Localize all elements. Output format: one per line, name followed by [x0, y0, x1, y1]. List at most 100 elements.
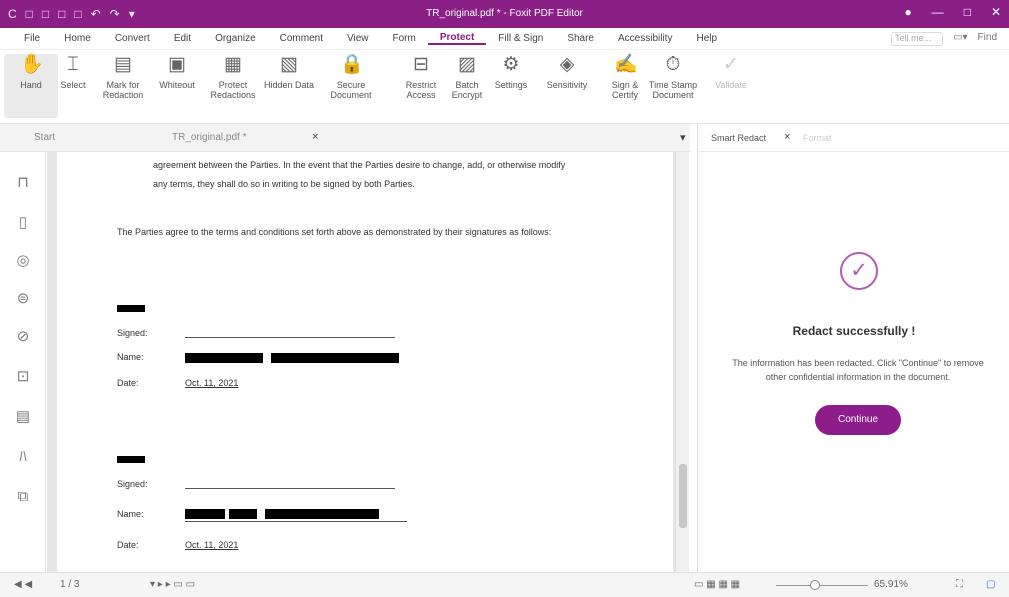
redacted-name-part-2a — [185, 509, 225, 519]
signature-line-2 — [185, 488, 395, 489]
whiteout-button[interactable]: ▣ Whiteout — [150, 54, 204, 90]
redacted-name-part-2c — [265, 509, 379, 519]
menu-view[interactable]: View — [335, 33, 381, 44]
menu-form[interactable]: Form — [381, 33, 428, 44]
tab-list-dropdown-icon[interactable]: ▾ — [680, 131, 686, 144]
hidden-data-button[interactable]: ▧ Hidden Data — [262, 54, 316, 90]
view-mode-icons[interactable]: ▾ ▸ ▸ ▭ ▭ — [150, 579, 195, 590]
panel-splitter[interactable] — [690, 124, 698, 572]
attachment-icon[interactable]: ⊘ — [14, 328, 32, 346]
menu-organize[interactable]: Organize — [203, 33, 268, 44]
success-heading: Redact successfully ! — [792, 324, 916, 338]
signature-icon[interactable]: ﾊ — [14, 448, 32, 466]
tab-close-icon[interactable]: × — [312, 131, 318, 143]
foxit-pdf-editor-window: C □ □ □ □ ↶ ↷ ▾ TR_original.pdf * - Foxi… — [0, 0, 1009, 597]
redo-icon[interactable]: ↷ — [110, 7, 120, 21]
menu-comment[interactable]: Comment — [268, 33, 335, 44]
batch-encrypt-icon: ▨ — [458, 54, 476, 75]
find-input[interactable]: Find — [978, 32, 997, 46]
form-icon[interactable]: ▤ — [14, 408, 32, 426]
panel-format-tab[interactable]: Format — [803, 133, 832, 143]
whiteout-label: Whiteout — [159, 80, 195, 90]
menu-fill-sign[interactable]: Fill & Sign — [486, 33, 555, 44]
redacted-name-part-1b — [271, 353, 399, 363]
gear-icon: ⚙ — [502, 54, 520, 75]
menu-protect[interactable]: Protect — [427, 32, 487, 45]
signature-line-1 — [185, 337, 395, 338]
customize-dropdown-icon[interactable]: ▾ — [129, 7, 135, 21]
sign-certify-button[interactable]: ✍ Sign & Certify — [598, 54, 652, 100]
tab-start[interactable]: Start — [34, 132, 55, 143]
secure-document-button[interactable]: 🔒 Secure Document — [324, 54, 378, 100]
signed-label-1: Signed: — [117, 328, 148, 338]
mark-redaction-icon: ▤ — [114, 54, 132, 75]
settings-button[interactable]: ⚙ Settings — [484, 54, 538, 90]
select-tool-button[interactable]: ⌶ Select — [46, 54, 100, 90]
panel-title[interactable]: Smart Redact — [711, 133, 766, 143]
page-number-input[interactable]: 1 / 3 — [60, 579, 79, 590]
print-icon[interactable]: □ — [58, 7, 65, 21]
select-label: Select — [60, 80, 86, 90]
window-title: TR_original.pdf * - Foxit PDF Editor — [426, 8, 583, 19]
minimize-button[interactable]: — — [932, 5, 944, 19]
menu-home[interactable]: Home — [52, 33, 103, 44]
menu-convert[interactable]: Convert — [103, 33, 162, 44]
panel-close-icon[interactable]: × — [784, 131, 790, 143]
mark-redaction-label: Mark for Redaction — [102, 80, 144, 100]
menu-share[interactable]: Share — [555, 33, 606, 44]
close-button[interactable]: ✕ — [991, 5, 1001, 19]
compare-icon[interactable]: ⧉ — [14, 488, 32, 506]
previous-page-icons[interactable]: ◀ ◀ — [14, 579, 32, 590]
restrict-access-label: Restrict Access — [405, 80, 437, 100]
undo-icon[interactable]: ↶ — [91, 7, 101, 21]
settings-label: Settings — [494, 80, 528, 90]
continue-button[interactable]: Continue — [815, 405, 901, 435]
app-logo-icon[interactable]: C — [8, 7, 17, 21]
scrollbar-thumb[interactable] — [679, 464, 687, 528]
validate-icon: ✓ — [723, 54, 739, 75]
zoom-slider-knob[interactable] — [810, 580, 820, 590]
menu-help[interactable]: Help — [684, 33, 729, 44]
tab-document[interactable]: TR_original.pdf * — [172, 132, 246, 143]
open-icon[interactable]: □ — [26, 7, 33, 21]
menu-edit[interactable]: Edit — [162, 33, 203, 44]
validate-button[interactable]: ✓ Validate — [704, 54, 758, 90]
zoom-level[interactable]: 65.91% — [874, 579, 908, 590]
name-label-2: Name: — [117, 509, 144, 519]
tell-me-input[interactable]: Tell me... — [891, 32, 944, 46]
new-icon[interactable]: □ — [74, 7, 81, 21]
time-stamp-button[interactable]: ⏱ Time Stamp Document — [646, 54, 700, 100]
menu-file[interactable]: File — [12, 33, 52, 44]
hand-icon: ✋ — [20, 54, 44, 75]
secure-document-label: Secure Document — [330, 80, 372, 100]
date-value-1: Oct. 11, 2021 — [185, 378, 239, 388]
document-viewport[interactable]: agreement between the Parties. In the ev… — [47, 152, 685, 572]
hidden-data-icon: ▧ — [280, 54, 298, 75]
panel-header: Smart Redact × Format — [699, 124, 1009, 152]
validate-label: Validate — [715, 80, 747, 90]
stamp-icon[interactable]: ⊡ — [14, 368, 32, 386]
security-icon[interactable]: ⊜ — [14, 290, 32, 308]
protect-redactions-button[interactable]: ▦ Protect Redactions — [206, 54, 260, 100]
bookmark-icon[interactable]: ⊓ — [14, 174, 32, 192]
fullscreen-icon[interactable]: ▢ — [986, 579, 995, 590]
menu-accessibility[interactable]: Accessibility — [606, 33, 684, 44]
restrict-access-icon: ⊟ — [413, 54, 429, 75]
sensitivity-button[interactable]: ◈ Sensitivity — [540, 54, 594, 90]
protect-redactions-icon: ▦ — [224, 54, 242, 75]
fit-page-icon[interactable]: ⛶ — [956, 579, 963, 590]
batch-encrypt-label: Batch Encrypt — [451, 80, 483, 100]
document-vertical-scrollbar[interactable] — [675, 152, 689, 572]
redacted-name-part-2b — [229, 509, 257, 519]
zoom-slider-track[interactable] — [776, 585, 868, 586]
save-icon[interactable]: □ — [42, 7, 49, 21]
page-thumbnail-icon[interactable]: ▯ — [14, 214, 32, 232]
page-layout-icons[interactable]: ▭ ▦ ▦ ▦ — [694, 579, 740, 590]
layout-toggle-icon[interactable]: ▭▾ — [953, 32, 967, 46]
mark-for-redaction-button[interactable]: ▤ Mark for Redaction — [96, 54, 150, 100]
maximize-button[interactable]: □ — [964, 5, 971, 19]
account-icon[interactable]: ● — [904, 5, 911, 19]
success-message-line-2: other confidential information in the do… — [765, 372, 951, 382]
layers-icon[interactable]: ◎ — [14, 252, 32, 270]
success-message: The information has been redacted. Click… — [709, 356, 1007, 384]
